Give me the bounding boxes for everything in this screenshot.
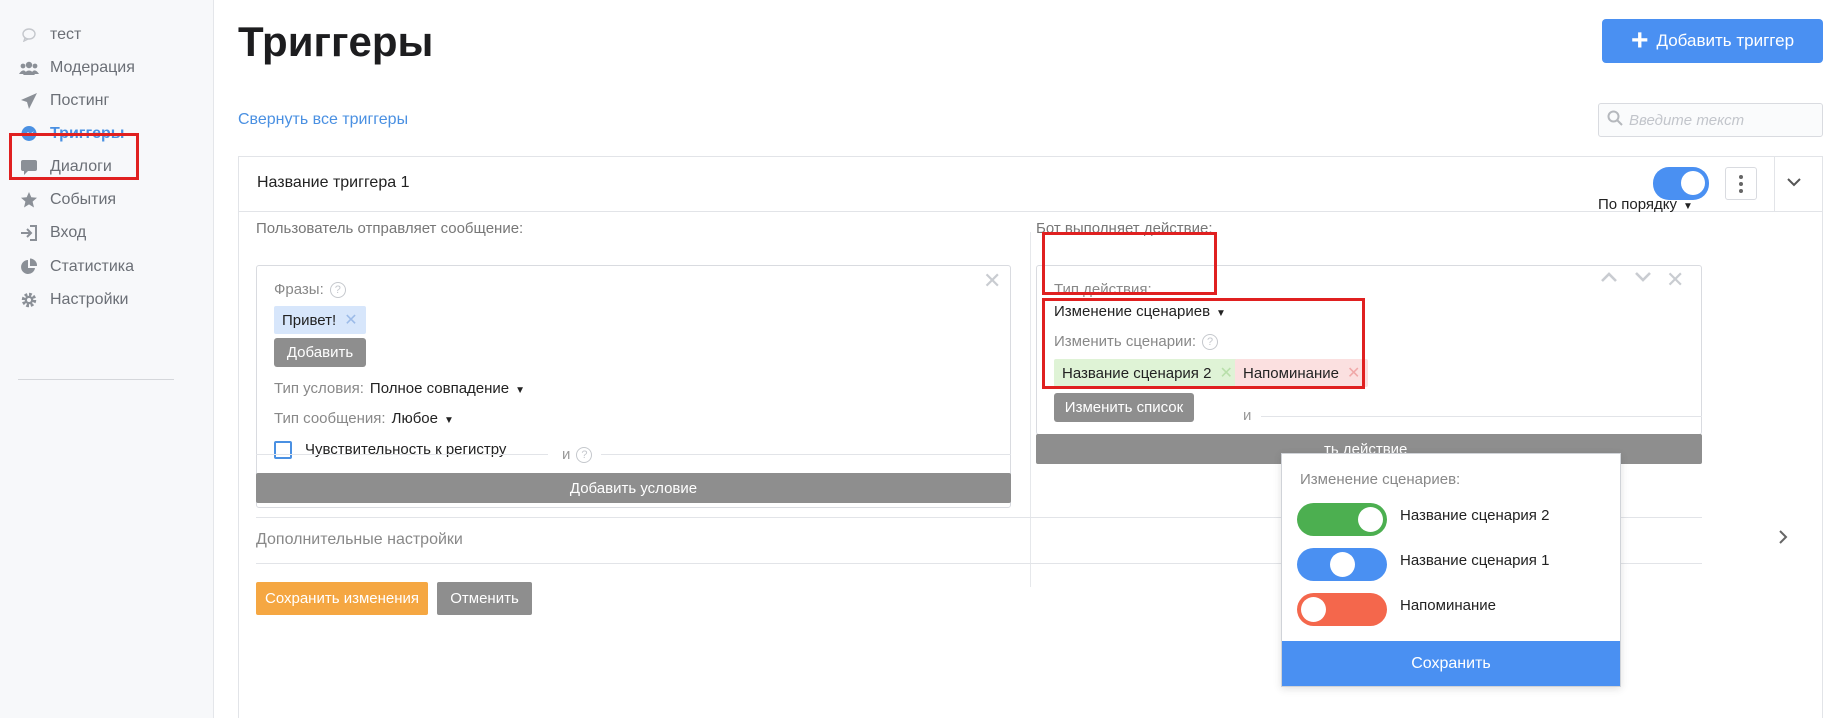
extra-settings[interactable]: Дополнительные настройки <box>256 531 463 549</box>
and-text-right: и <box>1243 407 1252 424</box>
sidebar-item-events[interactable]: События <box>18 185 116 215</box>
scenario-toggle-label: Название сценария 1 <box>1400 552 1550 569</box>
highlight-box-scenarios <box>1042 298 1365 389</box>
message-type-label: Тип сообщения: <box>274 410 386 427</box>
phrases-label: Фразы: <box>274 281 324 298</box>
condition-type-row[interactable]: Тип условия: Полное совпадение ▼ <box>274 380 525 397</box>
popover-save-button[interactable]: Сохранить <box>1282 641 1620 686</box>
highlight-box-triggers <box>9 133 139 180</box>
case-sensitive-label: Чувствительность к регистру <box>305 441 507 458</box>
trigger-name[interactable]: Название триггера 1 <box>257 174 409 192</box>
scenario-toggle-label: Название сценария 2 <box>1400 507 1550 524</box>
add-trigger-label: Добавить триггер <box>1656 31 1795 50</box>
scenario-toggle[interactable] <box>1297 593 1387 626</box>
message-type-value: Любое <box>391 410 438 427</box>
caret-down-icon: ▼ <box>1683 201 1693 212</box>
order-value: По порядку <box>1598 196 1678 213</box>
sidebar-item-label: Вход <box>50 224 87 241</box>
page-title: Триггеры <box>238 18 434 65</box>
toggle-knob <box>1330 552 1355 577</box>
help-icon[interactable]: ? <box>576 447 593 464</box>
star-icon <box>18 189 40 211</box>
sidebar-item-label: Постинг <box>50 92 110 109</box>
popover-title: Изменение сценариев: <box>1300 471 1461 488</box>
sidebar-item-statistics[interactable]: Статистика <box>18 252 134 282</box>
condition-type-value: Полное совпадение <box>369 380 510 397</box>
phrase-tag-label: Привет! <box>282 311 337 329</box>
sidebar-item-login[interactable]: Вход <box>18 218 86 248</box>
toggle-knob <box>1358 507 1383 532</box>
caret-down-icon: ▼ <box>443 415 454 426</box>
sidebar-item-test[interactable]: тест <box>18 20 81 50</box>
sidebar-item-label: Статистика <box>50 258 135 275</box>
plus-icon: + <box>1630 24 1649 57</box>
add-phrase-button[interactable]: Добавить <box>274 338 366 367</box>
message-type-row[interactable]: Тип сообщения: Любое ▼ <box>274 410 454 427</box>
sidebar-item-label: Настройки <box>50 291 129 308</box>
highlight-box-action-type <box>1042 232 1217 295</box>
search-box <box>1598 103 1823 137</box>
close-icon[interactable]: ✕ <box>983 268 1001 294</box>
scenarios-popover: Изменение сценариев: Название сценария 2… <box>1281 453 1621 687</box>
change-list-button[interactable]: Изменить список <box>1054 393 1194 422</box>
paper-plane-icon <box>18 90 40 112</box>
and-divider-left <box>256 454 548 455</box>
phrase-tag: Привет! ✕ <box>274 306 366 334</box>
login-icon <box>18 222 40 244</box>
scenario-toggle-label: Напоминание <box>1400 597 1496 614</box>
column-separator <box>1030 232 1031 587</box>
sidebar-item-posting[interactable]: Постинг <box>18 86 109 116</box>
and-text: и <box>562 446 571 463</box>
sidebar: тест Модерация Постинг Триггеры Диалоги <box>0 0 214 718</box>
chevron-down-icon[interactable] <box>1787 171 1801 192</box>
sidebar-item-moderation[interactable]: Модерация <box>18 53 135 83</box>
and-divider-right-2 <box>1261 416 1702 417</box>
sidebar-item-label: События <box>50 191 117 208</box>
sidebar-divider <box>18 379 174 380</box>
condition-box: ✕ Фразы:? Привет! ✕ Добавить Тип условия… <box>256 265 1011 508</box>
and-divider-left-2 <box>601 454 1011 455</box>
remove-tag-icon[interactable]: ✕ <box>344 310 357 330</box>
and-row-left: и? <box>562 446 593 464</box>
phrases-label-row: Фразы:? <box>274 281 346 299</box>
caret-down-icon: ▼ <box>515 385 526 396</box>
move-down-icon[interactable] <box>1634 270 1652 288</box>
order-select[interactable]: По порядку ▼ <box>1598 196 1693 213</box>
trigger-menu-button[interactable] <box>1725 167 1757 200</box>
add-trigger-button[interactable]: + Добавить триггер <box>1602 19 1823 63</box>
gear-icon <box>18 289 40 311</box>
search-icon <box>1607 110 1623 131</box>
toggle-knob <box>1681 171 1705 195</box>
sidebar-item-label: Модерация <box>50 59 135 76</box>
cancel-button[interactable]: Отменить <box>437 582 532 615</box>
scenario-toggle[interactable] <box>1297 548 1387 581</box>
user-sends-heading: Пользователь отправляет сообщение: <box>256 220 524 237</box>
save-changes-button[interactable]: Сохранить изменения <box>256 582 428 615</box>
users-icon <box>18 57 40 79</box>
help-icon[interactable]: ? <box>329 282 346 299</box>
case-sensitive-checkbox[interactable] <box>274 441 292 459</box>
trigger-card-header: Название триггера 1 <box>239 157 1822 212</box>
chat-bubble-icon <box>18 24 40 46</box>
toggle-knob <box>1301 597 1326 622</box>
chevron-right-icon[interactable] <box>1778 529 1788 550</box>
header-separator <box>1774 157 1775 212</box>
main-content: Триггеры + Добавить триггер Свернуть все… <box>214 0 1829 718</box>
more-vertical-icon <box>1739 174 1743 193</box>
search-input[interactable] <box>1629 111 1809 129</box>
add-condition-button[interactable]: Добавить условие <box>256 473 1011 503</box>
close-icon[interactable]: ✕ <box>1666 267 1684 293</box>
sidebar-item-label: тест <box>50 26 82 43</box>
move-up-icon[interactable] <box>1600 270 1618 288</box>
condition-type-label: Тип условия: <box>274 380 364 397</box>
sidebar-item-settings[interactable]: Настройки <box>18 285 128 315</box>
scenario-toggle[interactable] <box>1297 503 1387 536</box>
collapse-all-link[interactable]: Свернуть все триггеры <box>238 111 408 129</box>
pie-chart-icon <box>18 256 40 278</box>
